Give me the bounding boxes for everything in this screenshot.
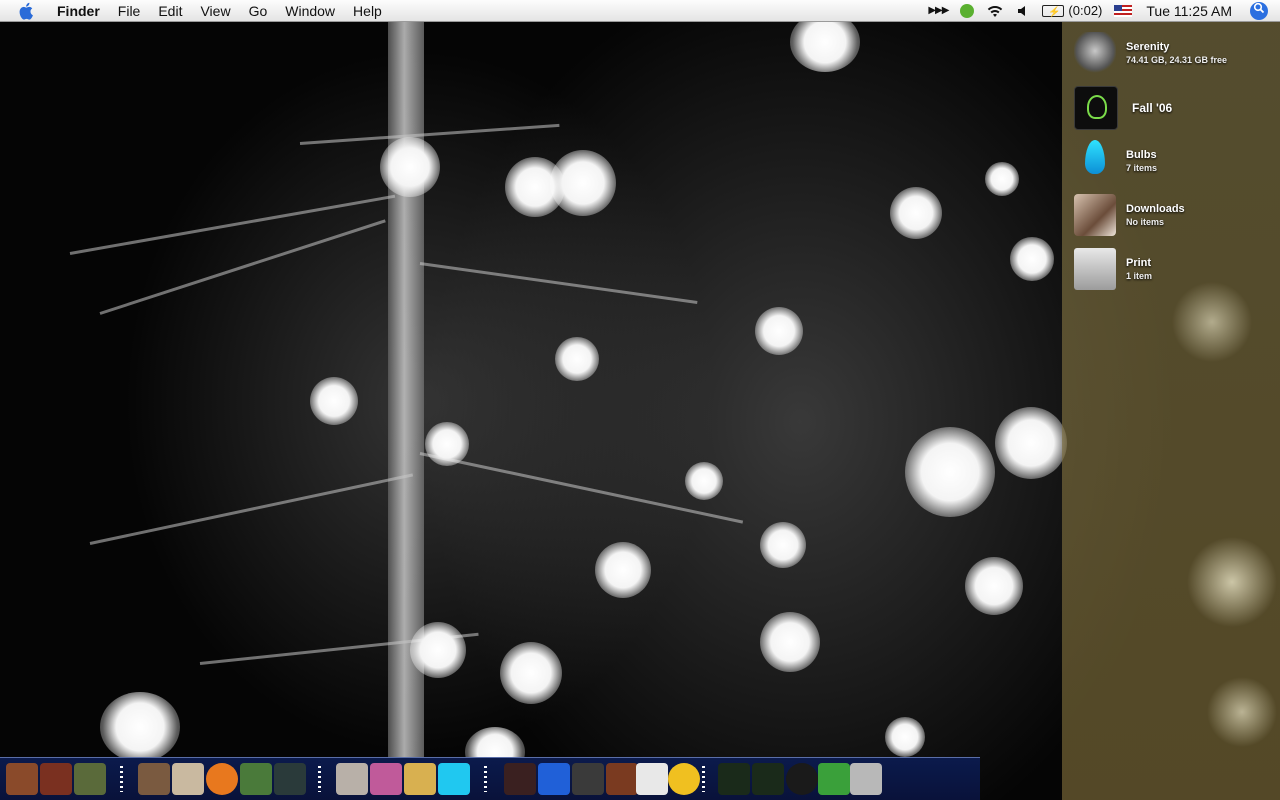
wallpaper-light xyxy=(310,377,358,425)
person-2-icon[interactable] xyxy=(40,763,72,795)
person-3-icon[interactable] xyxy=(74,763,106,795)
wallpaper-light xyxy=(995,407,1067,479)
document-j-icon[interactable] xyxy=(636,763,668,795)
menu-edit[interactable]: Edit xyxy=(149,0,191,22)
desktop-item-title: Bulbs xyxy=(1126,149,1157,161)
desktop-item-subtitle: 1 item xyxy=(1126,271,1153,281)
dock-separator xyxy=(318,766,321,792)
desktop-item-fall-06[interactable]: Fall '06 xyxy=(1074,86,1172,130)
wallpaper-light xyxy=(885,717,925,757)
menu-help[interactable]: Help xyxy=(344,0,391,22)
person-6-icon[interactable] xyxy=(606,763,638,795)
battery-time-label: (0:02) xyxy=(1068,2,1103,18)
menubar-clock[interactable]: Tue 11:25 AM xyxy=(1138,0,1240,22)
color-pattern-icon[interactable] xyxy=(370,763,402,795)
running-man-icon[interactable] xyxy=(752,763,784,795)
desktop-item-title: Serenity xyxy=(1126,41,1170,53)
fw-icon[interactable] xyxy=(668,763,700,795)
desktop-item-bulbs[interactable]: Bulbs 7 items xyxy=(1074,140,1157,182)
wallpaper-light xyxy=(965,557,1023,615)
image-capture-icon[interactable] xyxy=(404,763,436,795)
wallpaper-branch xyxy=(419,262,698,304)
blue-label-icon[interactable] xyxy=(538,763,570,795)
downloads-folder-icon xyxy=(1074,194,1116,236)
wallpaper-light xyxy=(755,307,803,355)
desktop-item-subtitle: No items xyxy=(1126,217,1165,227)
menu-go[interactable]: Go xyxy=(240,0,277,22)
wallpaper-light xyxy=(550,150,616,216)
menu-extras: ▶▶▶ (0:02) Tue 11:25 AM xyxy=(922,0,1280,24)
menu-view[interactable]: View xyxy=(191,0,239,22)
desktop-item-title: Print xyxy=(1126,257,1152,269)
menu-file[interactable]: File xyxy=(109,0,150,22)
lightbulb-app-icon[interactable] xyxy=(718,763,750,795)
printer-icon xyxy=(1074,248,1116,290)
trash-icon[interactable] xyxy=(850,763,882,795)
wallpaper-light xyxy=(760,612,820,672)
wallpaper-light xyxy=(500,642,562,704)
wallpaper-light xyxy=(1010,237,1054,281)
wallpaper-light xyxy=(380,137,440,197)
wallpaper-branch xyxy=(99,219,386,315)
person-5-icon[interactable] xyxy=(504,763,536,795)
wifi-icon[interactable] xyxy=(980,4,1010,18)
dock-separator xyxy=(120,766,123,792)
media-controls-icon[interactable]: ▶▶▶ xyxy=(922,0,954,22)
apple-logo-icon[interactable] xyxy=(18,2,36,20)
wallpaper-light xyxy=(905,427,995,517)
desktop-item-downloads[interactable]: Downloads No items xyxy=(1074,194,1185,236)
desktop-item-title: Downloads xyxy=(1126,203,1185,215)
wallpaper-light xyxy=(890,187,942,239)
folder-alias-icon xyxy=(1074,86,1118,130)
wallpaper-light xyxy=(100,692,180,762)
photo-app-icon[interactable] xyxy=(274,763,306,795)
desktop-item-title: Fall '06 xyxy=(1132,101,1173,115)
menu-app-finder[interactable]: Finder xyxy=(48,0,109,22)
volume-icon[interactable] xyxy=(1010,4,1036,18)
wallpaper-branch xyxy=(299,123,560,145)
wallpaper-light xyxy=(760,522,806,568)
wallpaper-light xyxy=(985,162,1019,196)
desktop-item-subtitle: 7 items xyxy=(1126,163,1158,173)
wallpaper-light xyxy=(790,22,860,72)
wallpaper-branch xyxy=(69,194,396,255)
battery-icon xyxy=(1042,2,1065,24)
hard-drive-icon xyxy=(1074,32,1116,74)
bulb-icon[interactable] xyxy=(438,763,470,795)
battery-status[interactable]: (0:02) xyxy=(1036,0,1108,24)
spotlight-search-icon[interactable] xyxy=(1250,1,1268,20)
firefox-icon[interactable] xyxy=(206,763,238,795)
adium-duck-icon[interactable] xyxy=(954,3,980,18)
wallpaper-light xyxy=(425,422,469,466)
dock-separator xyxy=(484,766,487,792)
person-4-icon[interactable] xyxy=(138,763,170,795)
person-1-icon[interactable] xyxy=(6,763,38,795)
k-badge-icon[interactable] xyxy=(172,763,204,795)
character-icon[interactable] xyxy=(240,763,272,795)
wallpaper-light xyxy=(555,337,599,381)
wallpaper-light xyxy=(685,462,723,500)
bulb-folder-icon xyxy=(1074,140,1116,182)
character-2-icon[interactable] xyxy=(336,763,368,795)
wallpaper-branch xyxy=(89,473,414,545)
home-icon[interactable] xyxy=(818,763,850,795)
dock-separator xyxy=(702,766,705,792)
desktop-wallpaper xyxy=(0,22,1280,800)
desktop-item-subtitle: 74.41 GB, 24.31 GB free xyxy=(1126,55,1228,65)
desktop-item-serenity[interactable]: Serenity 74.41 GB, 24.31 GB free xyxy=(1074,32,1227,74)
desktop-item-print[interactable]: Print 1 item xyxy=(1074,248,1152,290)
menu-bar: Finder File Edit View Go Window Help ▶▶▶… xyxy=(0,0,1280,24)
input-menu-flag-icon[interactable] xyxy=(1108,4,1138,17)
dock xyxy=(0,757,980,800)
dashboard-icon[interactable] xyxy=(786,763,818,795)
wallpaper-gold-region xyxy=(1062,22,1280,800)
music-icon[interactable] xyxy=(572,763,604,795)
menu-window[interactable]: Window xyxy=(276,0,344,22)
wallpaper-light xyxy=(595,542,651,598)
wallpaper-light xyxy=(410,622,466,678)
